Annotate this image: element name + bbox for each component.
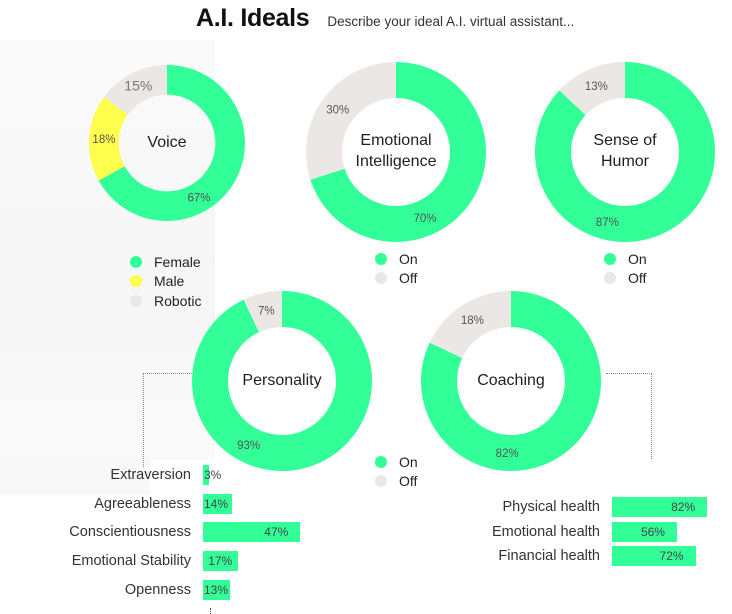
bar-row-emotional-stability: Emotional Stability 17% [40, 551, 410, 572]
connector-personality [143, 373, 194, 467]
legend-sense-of-humor: On Off [604, 249, 647, 288]
bar-track: 56% [612, 521, 728, 542]
donut-voice-title: Voice [147, 133, 187, 151]
bar-value-label: 47% [264, 525, 289, 540]
bar-row-extraversion: Extraversion 3% [40, 465, 410, 485]
legend-label: Male [154, 273, 185, 290]
bar-label: Extraversion [110, 467, 191, 483]
legend-item-female: Female [130, 252, 201, 272]
bar-label: Conscientiousness [69, 524, 191, 541]
legend-label: Off [628, 270, 647, 287]
legend-dot-off [375, 272, 387, 285]
header: A.I. Ideals Describe your ideal A.I. vir… [196, 4, 574, 40]
bar-row-financial-health: Financial health 72% [440, 546, 728, 566]
legend-item-on: On [375, 249, 418, 269]
bar-label: Physical health [502, 499, 600, 515]
bar-value-label: 13% [204, 582, 229, 597]
bar-label: Emotional health [491, 523, 600, 540]
legend-item-robotic: Robotic [130, 291, 201, 311]
donut-personality: 93% 7% Personality [191, 291, 372, 471]
donut-sense-of-humor: 87% 13% Sense of Humor [535, 62, 715, 242]
bar-track: 17% [203, 551, 410, 572]
bar-label: Openness [124, 581, 191, 598]
donut-voice: 67% 18% 15% Voice [89, 65, 246, 221]
legend-dot-robotic [130, 294, 142, 307]
donut-sense-of-humor-title: Sense of Humor [535, 62, 715, 242]
legend-item-male: Male [130, 272, 201, 292]
legend-item-on: On [604, 249, 647, 269]
legend-dot-male [130, 275, 142, 288]
donut-coaching-title: Coaching [477, 371, 545, 389]
legend-item-off: Off [375, 269, 418, 289]
bar-value-label: 3% [204, 468, 222, 482]
legend-item-off: Off [604, 269, 647, 289]
legend-voice: Female Male Robotic [130, 252, 201, 311]
bar-track: 72% [612, 546, 728, 566]
bar-track: 14% [203, 493, 410, 514]
page-subtitle: Describe your ideal A.I. virtual assista… [327, 14, 575, 29]
bar-value-label: 14% [204, 496, 229, 511]
bar-row-agreeableness: Agreeableness 14% [40, 493, 410, 514]
bar-label: Agreeableness [94, 495, 191, 512]
bar-label: Financial health [498, 548, 600, 564]
bar-row-physical-health: Physical health 82% [440, 497, 728, 517]
bar-label: Emotional Stability [71, 553, 191, 570]
bar-row-conscientiousness: Conscientiousness 47% [40, 522, 410, 543]
donut-coaching: 82% 18% Coaching [421, 291, 601, 471]
donut-personality-title: Personality [242, 371, 322, 389]
bar-track: 47% [203, 522, 410, 543]
legend-dot-off [604, 272, 616, 285]
page-title: A.I. Ideals [196, 4, 310, 32]
title-line-2: Humor [600, 153, 649, 170]
legend-label: Female [154, 253, 201, 270]
bar-value-label: 56% [640, 524, 665, 539]
connector-coaching [606, 373, 652, 459]
bar-value-label: 72% [659, 549, 684, 563]
bar-track: 13% [203, 579, 410, 600]
donut-emotional-intelligence-title: Emotional Intelligence [306, 62, 486, 242]
bar-value-label: 82% [671, 500, 696, 514]
bar-track: 82% [612, 497, 728, 517]
legend-emotional-intelligence: On Off [375, 249, 418, 288]
bar-row-openness: Openness 13% [40, 579, 410, 600]
donut-emotional-intelligence: 70% 30% Emotional Intelligence [306, 62, 486, 242]
legend-label: On [628, 250, 647, 267]
title-line-2: Intelligence [355, 153, 437, 170]
legend-dot-female [130, 255, 142, 268]
title-line-1: Emotional [360, 132, 432, 150]
bar-value-label: 17% [208, 554, 233, 569]
legend-dot-on [604, 252, 616, 265]
bar-track: 3% [203, 465, 410, 485]
title-line-1: Sense of [593, 132, 657, 150]
legend-label: On [399, 250, 418, 267]
legend-dot-on [375, 252, 387, 265]
connector-stub [210, 608, 213, 614]
legend-label: Off [399, 270, 418, 287]
bar-row-emotional-health: Emotional health 56% [440, 521, 728, 542]
